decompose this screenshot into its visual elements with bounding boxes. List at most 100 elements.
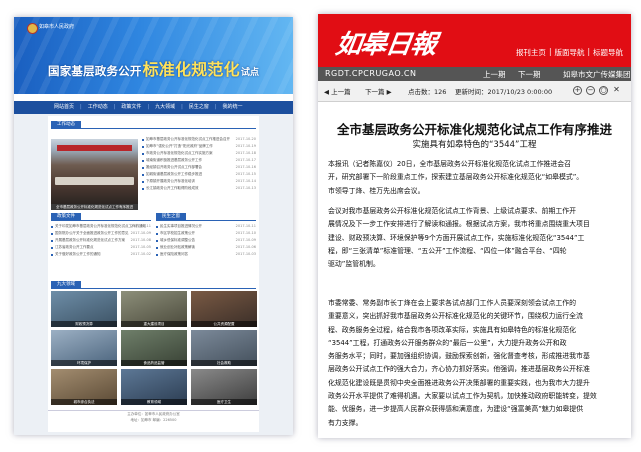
list-item[interactable]: 关于做好政务公开工作的通知 2017-10-02 <box>51 251 151 258</box>
topnav-separator: | <box>587 47 590 56</box>
list-item[interactable]: 市区学校招生政策公开 2017-10-10 <box>156 230 256 237</box>
zoom-in-icon[interactable]: + <box>573 86 582 95</box>
area-tile-label: 重大建设项目 <box>121 321 187 327</box>
article-subtitle: 实施具有如皋特色的“3544”工程 <box>412 140 537 150</box>
list-item[interactable]: 开展基层政务公开标准化规范化试点工作方案 2017-10-08 <box>51 237 151 244</box>
article-line: 能、优服务，进一步提高人民群众获得感和满意度，为建设“强富美高”魅力如皋提供 <box>328 405 584 414</box>
policy-list: 关于印发如皋市基层政务公开标准化规范化试点工作的通知 2017-10-11 国务院办… <box>51 223 151 258</box>
list-item[interactable]: 如城街道基层政务公开工作稳步推进 2017-10-15 <box>142 171 256 178</box>
article-line: 市领导丁烽、桂万先出席会议。 <box>328 186 425 195</box>
prev-article-link[interactable]: ◀ 上一篇 <box>324 86 351 96</box>
list-item-title[interactable]: 医疗保险政策问答 <box>160 252 188 256</box>
area-tile[interactable]: 重大建设项目 <box>121 291 187 327</box>
section-work-tab[interactable]: 工作动态 <box>51 121 81 128</box>
area-tile[interactable]: 城市综合执法 <box>51 369 117 405</box>
list-item-title[interactable]: 江苏省政务公开工作要点 <box>55 245 94 249</box>
list-item[interactable]: 就业创业补贴政策解读 2017-10-06 <box>156 244 256 251</box>
list-item-title[interactable]: 如皋市基层政务公开标准化规范化试点工作推进会召开 <box>146 137 230 141</box>
close-icon[interactable]: ✕ <box>612 86 621 95</box>
list-item[interactable]: 市政务公开标准化规范化试点工作实施方案 2017-10-18 <box>142 150 256 157</box>
prev-issue-link[interactable]: 上一期 <box>483 69 506 80</box>
list-item[interactable]: 下原镇开展政务公开标准化培训 2017-10-14 <box>142 178 256 185</box>
area-tile-label: 医疗卫生 <box>191 399 257 405</box>
list-item-title[interactable]: 民生实事项目推进情况公开 <box>160 224 202 228</box>
article-line: 化规范化建设既是贯彻中央全面推进政务公开决策部署的重要实践，也为我市大力提升 <box>328 378 590 387</box>
list-item-date: 2017-10-11 <box>235 224 256 228</box>
list-item[interactable]: 民生实事项目推进情况公开 2017-10-11 <box>156 223 256 230</box>
area-tile-label: 教育领域 <box>121 399 187 405</box>
list-item-date: 2017-10-08 <box>130 238 151 242</box>
area-tile[interactable]: 医疗卫生 <box>191 369 257 405</box>
list-item-title[interactable]: 国务院办公厅关于全面推进政务公开工作的意见 <box>55 231 129 235</box>
news-photo-caption[interactable]: 全市基层政务公开标准化规范化试点工作有序推进 <box>51 204 138 210</box>
next-article-link[interactable]: 下一篇 ▶ <box>365 86 392 96</box>
section-policy-tab[interactable]: 政策文件 <box>51 213 81 220</box>
list-item-title[interactable]: 下原镇开展政务公开标准化培训 <box>146 179 195 183</box>
newspaper-logo[interactable]: 如皋日報 <box>333 24 438 61</box>
topnav-separator: | <box>548 47 552 56</box>
article-toolbar: ◀ 上一篇 下一篇 ▶ 点击数：126 更新时间：2017/10/23 0:00… <box>318 81 631 102</box>
area-tile[interactable]: 社会救助 <box>191 330 257 366</box>
list-item-title[interactable]: 如城街道基层政务公开工作稳步推进 <box>146 172 202 176</box>
list-item-title[interactable]: 城南街道积极推进基层政务公开工作 <box>146 158 202 162</box>
area-tile-label: 公共资源配置 <box>191 321 257 327</box>
list-item-date: 2017-10-13 <box>235 186 256 190</box>
area-tile-label: 食品药品监管 <box>121 360 187 366</box>
article-line: 政务公开水平提供了难得机遇。大家要以试点工作为契机，加快推动政府职能转变，提效 <box>328 392 597 401</box>
article-line: 程、政务服务全过程，结合我市各项改革实际，实施具有如皋特色的标准化规范化 <box>328 325 577 334</box>
update-time: 更新时间：2017/10/23 0:00:00 <box>455 88 553 96</box>
topnav-link[interactable]: 版面导航 <box>554 47 584 58</box>
list-item-title[interactable]: 就业创业补贴政策解读 <box>160 245 195 249</box>
list-item-date: 2017-10-19 <box>235 144 256 148</box>
area-tile[interactable]: 教育领域 <box>121 369 187 405</box>
article-line: 务服务水平；同时，要加强组织协调，鼓励探索创新，强化督查考核，形成推进我市基 <box>328 352 590 361</box>
area-tile[interactable]: 公共资源配置 <box>191 291 257 327</box>
portal-footer: 主办单位：如皋市人民政府办公室 地址：如皋市 邮编：226500 <box>48 410 259 431</box>
site-domain: RGDT.CPCRUGAO.CN <box>325 69 417 78</box>
topnav-link[interactable]: 标题导航 <box>593 47 623 58</box>
publisher-link[interactable]: 如皋市文广传媒集团 <box>563 69 631 80</box>
list-item-title[interactable]: 城乡低保标准调整公告 <box>160 238 195 242</box>
list-item[interactable]: 长江镇政务公开工作取得阶段成效 2017-10-13 <box>142 185 256 192</box>
list-item-date: 2017-10-16 <box>235 165 256 169</box>
area-tile[interactable]: 食品药品监管 <box>121 330 187 366</box>
list-item[interactable]: 城乡低保标准调整公告 2017-10-09 <box>156 237 256 244</box>
reset-icon[interactable]: ○ <box>599 86 608 95</box>
list-item-title[interactable]: 开展基层政务公开标准化规范化试点工作方案 <box>55 238 125 242</box>
area-tile[interactable]: 环境保护 <box>51 330 117 366</box>
list-item[interactable]: 关于印发如皋市基层政务公开标准化规范化试点工作的通知 2017-10-11 <box>51 223 151 230</box>
article-line: 会议对我市基层政务公开标准化规范化试点工作背景、上级试点要求、前期工作开 <box>328 207 577 215</box>
article-title: 全市基层政务公开标准化规范化试点工作有序推进 <box>336 122 612 137</box>
area-tile-label: 环境保护 <box>51 360 117 366</box>
list-item-date: 2017-10-09 <box>235 238 256 242</box>
issue-bar: RGDT.CPCRUGAO.CN 上一期 下一期 如皋市文广传媒集团 <box>318 67 631 81</box>
topnav-link[interactable]: 报刊主页 <box>516 47 546 58</box>
list-item[interactable]: 城南街道积极推进基层政务公开工作 2017-10-17 <box>142 157 256 164</box>
list-item[interactable]: 江苏省政务公开工作要点 2017-10-05 <box>51 244 151 251</box>
article-line: 开，研究部署下一阶段重点工作，探索建立基层政务公开标准化规范化“如皋模式”。 <box>328 173 584 182</box>
list-item-title[interactable]: 市政务公开标准化规范化试点工作实施方案 <box>146 151 213 155</box>
section-livelihood-tab[interactable]: 民生之窗 <box>156 213 186 220</box>
list-item-title[interactable]: 关于做好政务公开工作的通知 <box>55 252 101 256</box>
list-item[interactable]: 国务院办公厅关于全面推进政务公开工作的意见 2017-10-09 <box>51 230 151 237</box>
list-item-title[interactable]: 搬经镇召开政务公开试点工作部署会 <box>146 165 202 169</box>
list-item-date: 2017-10-03 <box>235 252 256 256</box>
area-tile[interactable]: 财政预决算 <box>51 291 117 327</box>
article-line: 展情况及下一步工作安排进行了解读和通报。根据试点方案，我市将重点围绕重大项目 <box>328 220 590 229</box>
portal-content: 工作动态 全市基层政务公开标准化规范化试点工作有序推进 如皋市基层政务公开标准化… <box>14 17 293 435</box>
list-item-date: 2017-10-09 <box>130 231 151 235</box>
list-item-title[interactable]: 长江镇政务公开工作取得阶段成效 <box>146 186 199 190</box>
next-issue-link[interactable]: 下一期 <box>518 69 541 80</box>
zoom-out-icon[interactable]: − <box>586 86 595 95</box>
list-item-title[interactable]: 如皋市“强化公开”打造“阳光政府”品牌工作 <box>146 144 213 148</box>
list-item[interactable]: 医疗保险政策问答 2017-10-03 <box>156 251 256 258</box>
list-item[interactable]: 如皋市基层政务公开标准化规范化试点工作推进会召开 2017-10-20 <box>142 136 256 143</box>
section-nine-tab[interactable]: 九大领域 <box>51 281 81 288</box>
news-photo[interactable] <box>51 139 138 204</box>
article-line: 程，即“三张清单”标准管理、“五公开”工作流程、“四位一体”融合平台、“四轮 <box>328 246 567 255</box>
list-item[interactable]: 如皋市“强化公开”打造“阳光政府”品牌工作 2017-10-19 <box>142 143 256 150</box>
list-item[interactable]: 搬经镇召开政务公开试点工作部署会 2017-10-16 <box>142 164 256 171</box>
list-item-title[interactable]: 市区学校招生政策公开 <box>160 231 195 235</box>
newspaper-screenshot: 如皋日報 报刊主页 | 版面导航 | 标题导航 RGDT.CPCRUGAO.CN 上一期… <box>318 14 631 438</box>
article-paragraph: 本报讯（记者陈嘉仪）20日，全市基层政务公开标准化规范化试点工作推进会召 开，研究… <box>328 158 623 198</box>
